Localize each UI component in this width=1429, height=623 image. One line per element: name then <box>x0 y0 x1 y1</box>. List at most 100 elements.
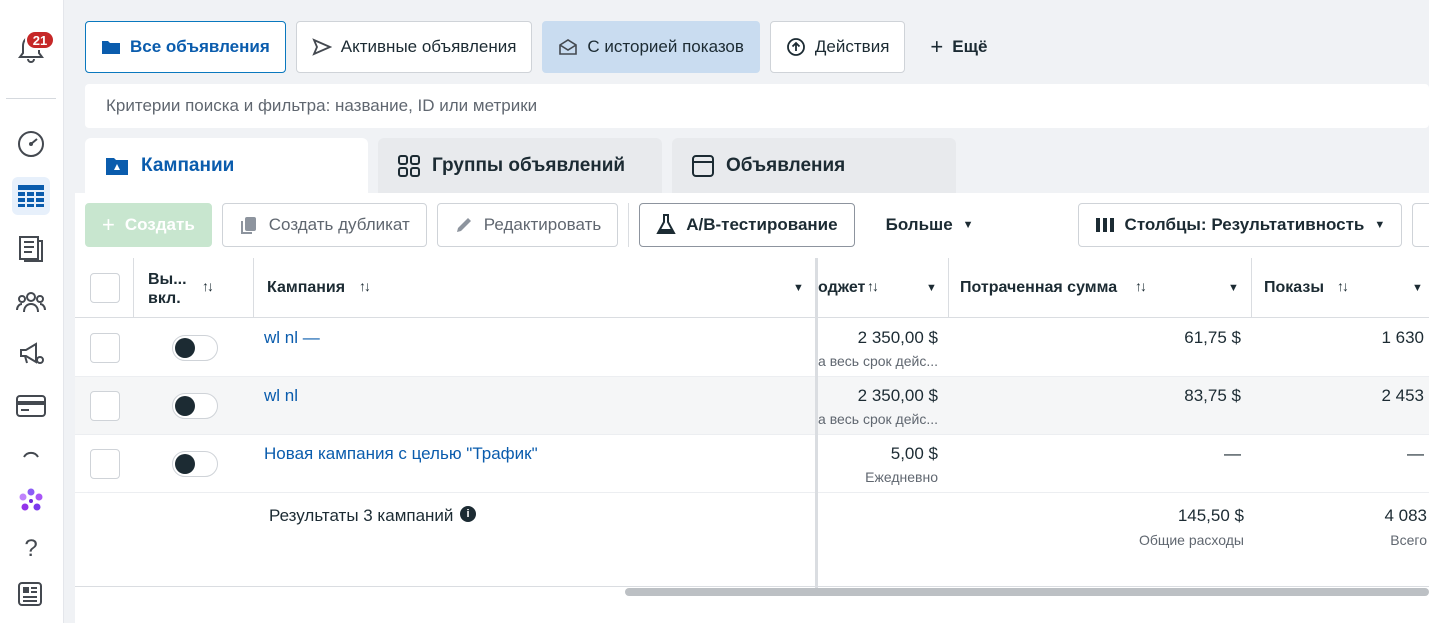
app-flower-logo-icon[interactable] <box>12 482 50 520</box>
budget-value: 5,00 $ <box>890 444 938 463</box>
table-row[interactable]: wl nl — 2 350,00 $ а весь срок дейс... 6… <box>75 319 1429 377</box>
frozen-column-divider <box>815 258 818 588</box>
table-row[interactable]: Новая кампания с целью "Трафик" 5,00 $ Е… <box>75 435 1429 493</box>
header-budget[interactable]: оджет <box>818 279 865 297</box>
help-question-icon[interactable]: ? <box>12 530 50 568</box>
tab-ads[interactable]: Объявления <box>672 138 956 194</box>
ad-window-icon <box>692 155 714 177</box>
sort-arrows-icon[interactable]: ↑↓ <box>1135 278 1147 294</box>
campaign-name-link[interactable]: wl nl <box>264 386 298 406</box>
news-feed-icon[interactable] <box>12 575 50 613</box>
chevron-down-icon[interactable]: ▼ <box>1228 282 1239 294</box>
tab-label: Группы объявлений <box>432 155 626 176</box>
view-tab-with-impressions[interactable]: С историей показов <box>542 21 760 73</box>
catalog-pages-icon[interactable] <box>12 230 50 268</box>
sort-arrows-icon[interactable]: ↑↓ <box>867 278 879 294</box>
dashboard-gauge-icon[interactable] <box>12 125 50 163</box>
tab-ad-sets[interactable]: Группы объявлений <box>378 138 662 194</box>
search-placeholder: Критерии поиска и фильтра: название, ID … <box>106 96 538 115</box>
create-label: Создать <box>124 215 195 234</box>
summary-spent: 145,50 $ <box>1177 506 1244 525</box>
ads-manager-table-icon[interactable] <box>12 177 50 215</box>
summary-row: Результаты 3 кампаний i 145,50 $ Общие р… <box>75 493 1429 587</box>
more-dropdown[interactable]: Больше ▼ <box>869 203 990 247</box>
budget-type: а весь срок дейс... <box>818 411 938 427</box>
duplicate-button[interactable]: Создать дубликат <box>221 203 427 247</box>
campaign-toggle[interactable] <box>172 335 218 361</box>
plus-icon: + <box>930 34 944 59</box>
more-label: Больше <box>885 215 953 234</box>
impressions-value: — <box>1407 444 1424 463</box>
row-checkbox[interactable] <box>90 333 120 363</box>
chevron-down-icon: ▼ <box>962 219 974 231</box>
view-tab-all-ads[interactable]: Все объявления <box>85 21 286 73</box>
main-content: Все объявления Активные объявления С ист… <box>70 0 1429 623</box>
columns-dropdown[interactable]: Столбцы: Результативность ▼ <box>1077 203 1403 247</box>
summary-label: Результаты 3 кампаний <box>269 506 454 525</box>
campaign-toolbar: + Создать Создать дубликат Редактировать… <box>85 203 1429 247</box>
budget-value: 2 350,00 $ <box>857 328 938 347</box>
impressions-value: 1 630 <box>1381 328 1424 347</box>
summary-impressions: 4 083 <box>1384 506 1427 525</box>
sort-arrows-icon[interactable]: ↑↓ <box>202 278 214 294</box>
tab-label: Объявления <box>726 155 846 176</box>
pencil-icon <box>456 218 471 232</box>
campaign-folder-icon <box>106 158 128 175</box>
spent-value: — <box>1224 444 1241 463</box>
header-impressions[interactable]: Показы <box>1264 279 1324 297</box>
search-filter-input[interactable]: Критерии поиска и фильтра: название, ID … <box>85 84 1429 128</box>
view-tab-active-ads[interactable]: Активные объявления <box>295 21 533 73</box>
header-campaign[interactable]: Кампания <box>267 279 345 297</box>
chevron-down-icon[interactable]: ▼ <box>793 282 804 294</box>
audiences-people-icon[interactable] <box>12 283 50 321</box>
view-tab-actions[interactable]: Действия <box>769 21 906 73</box>
ab-test-label: A/B-тестирование <box>686 215 838 234</box>
columns-icon <box>1095 218 1114 232</box>
table-row[interactable]: wl nl 2 350,00 $ а весь срок дейс... 83,… <box>75 377 1429 435</box>
view-tab-label: Все объявления <box>130 37 270 56</box>
view-tab-more[interactable]: + Ещё <box>915 21 1002 73</box>
billing-card-icon[interactable] <box>12 387 50 425</box>
row-checkbox[interactable] <box>90 449 120 479</box>
sort-arrows-icon[interactable]: ↑↓ <box>359 278 371 294</box>
view-tab-label: Активные объявления <box>340 37 517 56</box>
extra-toolbar-button[interactable] <box>1412 203 1429 247</box>
tab-label: Кампании <box>141 155 235 176</box>
view-tab-label: Ещё <box>952 37 988 56</box>
ab-test-button[interactable]: A/B-тестирование <box>639 203 855 247</box>
view-tab-label: С историей показов <box>587 37 744 56</box>
columns-label: Столбцы: Результативность <box>1124 215 1365 234</box>
campaign-name-link[interactable]: Новая кампания с целью "Трафик" <box>264 444 538 464</box>
spent-value: 83,75 $ <box>1184 386 1241 405</box>
folder-icon <box>102 41 120 54</box>
spent-value: 61,75 $ <box>1184 328 1241 347</box>
campaigns-panel: + Создать Создать дубликат Редактировать… <box>75 193 1429 623</box>
notification-count-badge: 21 <box>25 30 55 50</box>
megaphone-settings-icon[interactable] <box>12 335 50 373</box>
campaign-toggle[interactable] <box>172 393 218 419</box>
sort-arrows-icon[interactable]: ↑↓ <box>1337 278 1349 294</box>
header-spent[interactable]: Потраченная сумма <box>960 279 1117 297</box>
level-tabs: Кампании Группы объявлений Объявления <box>85 138 956 194</box>
budget-type: Ежедневно <box>865 469 938 485</box>
edit-button[interactable]: Редактировать <box>436 203 619 247</box>
campaign-toggle[interactable] <box>172 451 218 477</box>
chevron-down-icon[interactable]: ▼ <box>1412 282 1423 294</box>
create-button[interactable]: + Создать <box>85 203 212 247</box>
summary-spent-caption: Общие расходы <box>1138 532 1244 548</box>
row-checkbox[interactable] <box>90 391 120 421</box>
flask-icon <box>656 214 676 234</box>
info-icon[interactable]: i <box>460 506 476 522</box>
horizontal-scrollbar[interactable] <box>625 588 1429 596</box>
copy-icon <box>240 217 256 234</box>
campaign-name-link[interactable]: wl nl — <box>264 328 320 348</box>
chevron-down-icon[interactable]: ▼ <box>926 282 937 294</box>
header-onoff[interactable]: Вы... вкл. <box>148 270 208 308</box>
edit-label: Редактировать <box>483 215 602 234</box>
tab-campaigns[interactable]: Кампании <box>85 138 368 194</box>
upload-circle-icon <box>787 38 805 56</box>
toolbar-divider <box>628 203 630 247</box>
campaigns-table: Вы... вкл. ↑↓ Кампания ↑↓ ▼ оджет ↑↓ ▼ П… <box>75 258 1429 623</box>
view-tab-label: Действия <box>814 37 890 56</box>
select-all-checkbox[interactable] <box>90 273 120 303</box>
